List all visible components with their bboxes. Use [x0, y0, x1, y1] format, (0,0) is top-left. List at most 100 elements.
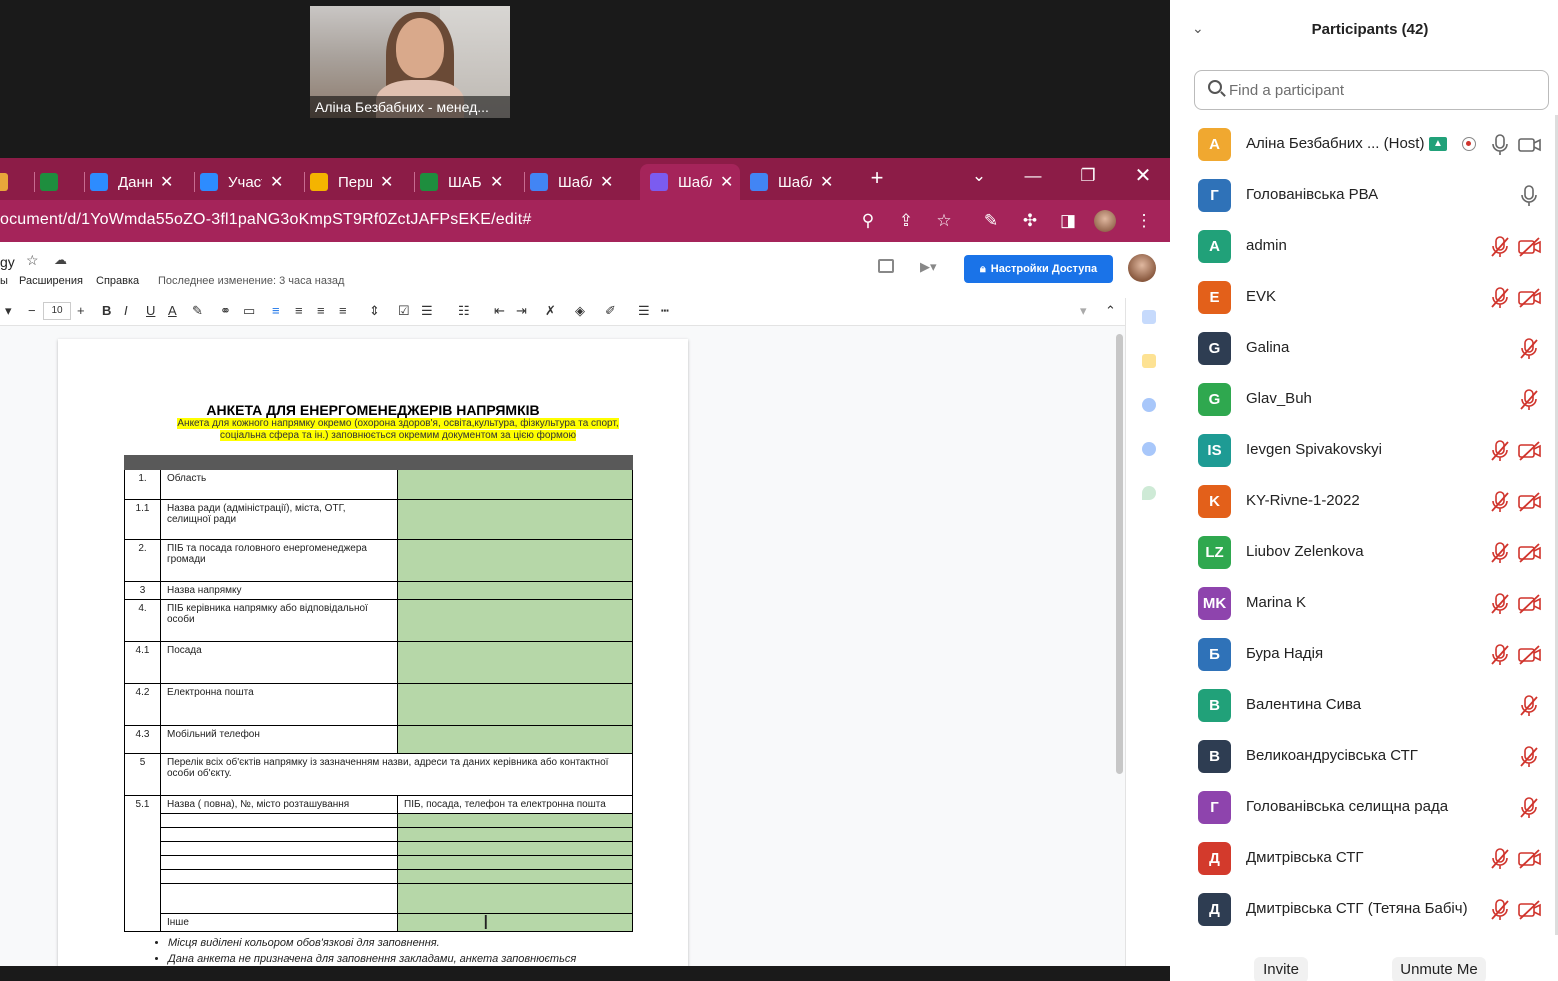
browser-tab[interactable]	[40, 164, 80, 200]
object-name-cell[interactable]	[160, 841, 398, 856]
video-camera-icon[interactable]	[1518, 135, 1542, 155]
menu-item-help[interactable]: Справка	[96, 275, 139, 287]
participant-row[interactable]: А Аліна Безбабних ... (Host) ▲	[1170, 128, 1558, 179]
muted-microphone-icon[interactable]	[1519, 695, 1539, 717]
participant-row[interactable]: LZ Liubov Zelenkova	[1170, 536, 1558, 587]
video-off-icon[interactable]	[1518, 288, 1542, 308]
video-off-icon[interactable]	[1518, 645, 1542, 665]
row-value-cell[interactable]	[397, 725, 633, 754]
underline-button[interactable]: U	[146, 303, 155, 318]
object-contact-cell[interactable]	[397, 869, 633, 884]
close-tab-icon[interactable]: ✕	[820, 172, 833, 192]
browser-tab[interactable]: Шабл ✕	[640, 164, 740, 200]
row-value-cell[interactable]	[397, 683, 633, 726]
border-color-icon[interactable]: ✐	[605, 303, 616, 319]
object-name-cell[interactable]	[160, 869, 398, 884]
object-name-cell[interactable]	[160, 883, 398, 914]
share-button[interactable]: 🔒︎ Настройки Доступа	[964, 255, 1113, 283]
tab-search-icon[interactable]: ⌄	[968, 165, 990, 187]
minimize-icon[interactable]: —	[1022, 165, 1044, 187]
browser-tab[interactable]: ШАБ ✕	[420, 164, 520, 200]
search-input[interactable]	[1229, 80, 1529, 100]
contacts-icon[interactable]	[1142, 442, 1156, 456]
participant-row[interactable]: Д Дмитрівська СТГ (Тетяна Бабіч)	[1170, 893, 1558, 944]
increase-indent-icon[interactable]: ⇥	[516, 303, 527, 319]
close-tab-icon[interactable]: ✕	[490, 172, 503, 192]
browser-tab[interactable]	[0, 164, 38, 200]
object-name-cell[interactable]	[160, 813, 398, 828]
menu-item-extensions[interactable]: Расширения	[19, 275, 83, 287]
close-window-icon[interactable]: ✕	[1132, 165, 1154, 187]
participant-row[interactable]: Г Голованівська РВА	[1170, 179, 1558, 230]
row-value-cell[interactable]	[397, 499, 633, 540]
comments-icon[interactable]	[878, 259, 894, 273]
clear-formatting-icon[interactable]: ✗	[545, 303, 556, 319]
muted-microphone-icon[interactable]	[1490, 287, 1510, 309]
participant-row[interactable]: Г Голованівська селищна рада	[1170, 791, 1558, 842]
object-name-cell[interactable]	[160, 827, 398, 842]
muted-microphone-icon[interactable]	[1490, 848, 1510, 870]
comment-add-icon[interactable]: ▭	[243, 303, 255, 319]
increase-font-button[interactable]: +	[77, 303, 85, 318]
row-value-cell[interactable]	[397, 581, 633, 600]
participant-row[interactable]: Aadmin	[1170, 230, 1558, 281]
muted-microphone-icon[interactable]	[1519, 797, 1539, 819]
video-off-icon[interactable]	[1518, 849, 1542, 869]
object-contact-cell[interactable]	[397, 855, 633, 870]
document-scrollbar[interactable]	[1116, 334, 1123, 774]
align-center-icon[interactable]: ≡	[295, 303, 303, 318]
document-title[interactable]: gy	[0, 254, 15, 270]
numbered-list-icon[interactable]: ☷	[458, 303, 470, 319]
browser-tab[interactable]: Шабл ✕	[530, 164, 630, 200]
browser-menu-icon[interactable]: ⋮	[1133, 210, 1155, 232]
video-off-icon[interactable]	[1518, 441, 1542, 461]
participant-search[interactable]	[1194, 70, 1549, 110]
muted-microphone-icon[interactable]	[1490, 236, 1510, 258]
url-text[interactable]: ocument/d/1YoWmda55oZO-3fl1paNG3oKmpST9R…	[0, 211, 531, 229]
video-off-icon[interactable]	[1518, 594, 1542, 614]
collapse-menu-icon[interactable]: ⌃	[1105, 303, 1116, 319]
invite-button[interactable]: Invite	[1254, 957, 1308, 981]
star-icon[interactable]: ☆	[26, 252, 39, 269]
extensions-puzzle-icon[interactable]: ✣	[1019, 210, 1041, 232]
row-value-cell[interactable]	[397, 539, 633, 582]
participant-row[interactable]: MK Marina K	[1170, 587, 1558, 638]
close-tab-icon[interactable]: ✕	[160, 172, 173, 192]
object-contact-cell[interactable]	[397, 883, 633, 914]
font-dropdown-icon[interactable]: ▾	[5, 303, 12, 319]
profile-avatar-icon[interactable]	[1094, 210, 1116, 232]
browser-tab[interactable]: Шабл ✕	[750, 164, 850, 200]
border-width-icon[interactable]: ☰	[638, 303, 650, 319]
decrease-indent-icon[interactable]: ⇤	[494, 303, 505, 319]
align-justify-icon[interactable]: ≡	[339, 303, 347, 318]
share-page-icon[interactable]: ⇪	[895, 210, 917, 232]
participant-row[interactable]: E EVK	[1170, 281, 1558, 332]
participant-row[interactable]: G Glav_Buh	[1170, 383, 1558, 434]
browser-tab[interactable]: Данн ✕	[90, 164, 190, 200]
close-tab-icon[interactable]: ✕	[380, 172, 393, 192]
muted-microphone-icon[interactable]	[1519, 389, 1539, 411]
speaker-video-tile[interactable]: Аліна Безбабних - менед...	[310, 6, 510, 118]
browser-tab[interactable]: Перш ✕	[310, 164, 410, 200]
browser-tab[interactable]: Участ ✕	[200, 164, 300, 200]
close-tab-icon[interactable]: ✕	[270, 172, 283, 192]
more-options-icon[interactable]: ▾	[1080, 303, 1087, 319]
muted-microphone-icon[interactable]	[1519, 338, 1539, 360]
close-tab-icon[interactable]: ✕	[720, 172, 733, 192]
muted-microphone-icon[interactable]	[1490, 899, 1510, 921]
fill-color-icon[interactable]: ◈	[575, 303, 585, 319]
zoom-page-icon[interactable]: ⚲	[857, 210, 879, 232]
participant-row[interactable]: Д Дмитрівська СТГ	[1170, 842, 1558, 893]
align-right-icon[interactable]: ≡	[317, 303, 325, 318]
muted-microphone-icon[interactable]	[1490, 542, 1510, 564]
calendar-icon[interactable]	[1142, 310, 1156, 324]
object-contact-cell[interactable]	[397, 827, 633, 842]
keep-icon[interactable]	[1142, 354, 1156, 368]
bold-button[interactable]: B	[102, 303, 111, 318]
object-contact-cell[interactable]	[397, 813, 633, 828]
side-panel-icon[interactable]: ◨	[1057, 210, 1079, 232]
muted-microphone-icon[interactable]	[1490, 440, 1510, 462]
video-off-icon[interactable]	[1518, 492, 1542, 512]
checklist-icon[interactable]: ☑	[398, 303, 410, 319]
video-off-icon[interactable]	[1518, 237, 1542, 257]
